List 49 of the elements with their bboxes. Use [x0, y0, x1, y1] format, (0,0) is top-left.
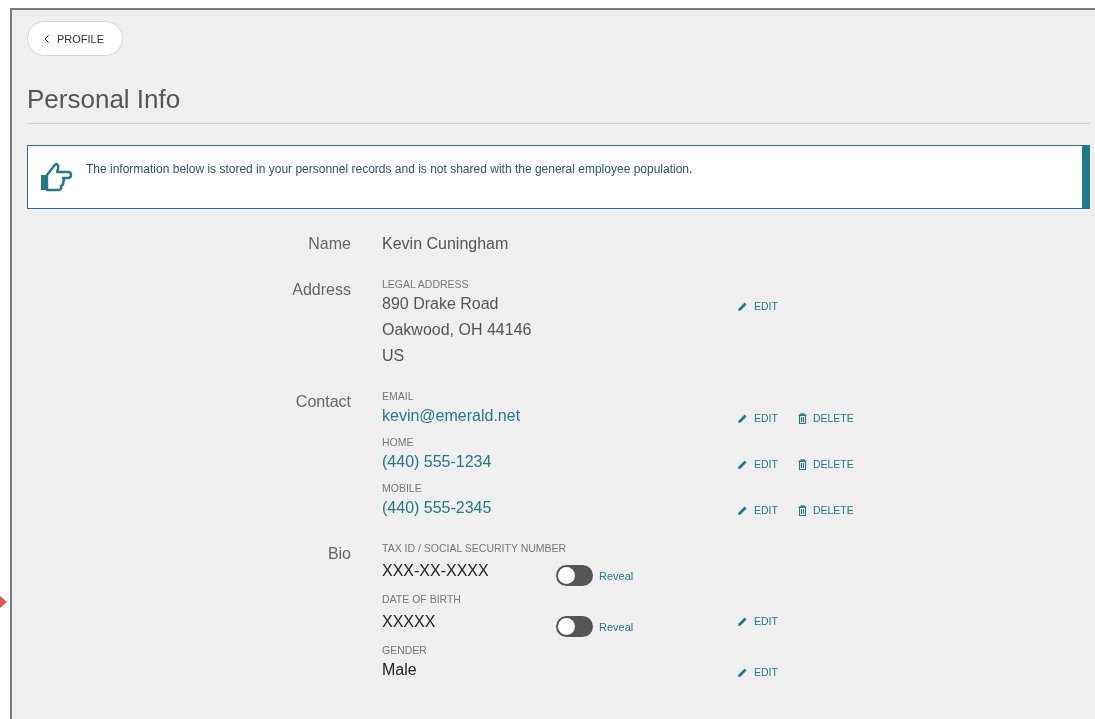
field-caption: DATE OF BIRTH — [382, 592, 462, 606]
field-value: XXXXX — [382, 611, 437, 632]
field-value: XXX-XX-XXXX — [382, 560, 490, 581]
page-title: Personal Info — [27, 84, 1090, 124]
pencil-icon — [737, 300, 748, 312]
edit-button[interactable]: EDIT — [737, 412, 778, 424]
field-value: Kevin Cuningham — [382, 234, 510, 254]
edit-button[interactable]: EDIT — [737, 300, 778, 312]
field-caption: TAX ID / SOCIAL SECURITY NUMBER — [382, 541, 568, 555]
contact-link[interactable]: (440) 555-2345 — [382, 495, 556, 521]
field-caption: EMAIL — [382, 389, 415, 403]
edit-button[interactable]: EDIT — [737, 666, 778, 678]
section-label: Bio — [326, 544, 351, 564]
reveal-switch[interactable] — [556, 616, 593, 637]
chevron-left-icon — [44, 34, 49, 43]
switch-label: Reveal — [599, 620, 634, 633]
contact-link[interactable]: (440) 555-1234 — [382, 449, 556, 475]
pencil-icon — [737, 412, 748, 424]
notice-text: The information below is stored in your personnel records and is not shared with the general employee population. — [86, 162, 693, 176]
switch-label: Reveal — [599, 569, 634, 582]
edit-button[interactable]: EDIT — [737, 458, 778, 470]
pencil-icon — [737, 615, 748, 627]
section-label: Name — [307, 234, 351, 254]
field-value: Oakwood, OH 44146 — [382, 320, 533, 340]
field-caption: GENDER — [382, 643, 428, 657]
reveal-switch[interactable] — [556, 565, 593, 586]
field-value: 890 Drake Road — [382, 294, 500, 314]
delete-button[interactable]: DELETE — [797, 504, 854, 516]
trash-icon — [797, 458, 807, 470]
section-label: Contact — [294, 392, 351, 412]
arrow-marker-icon — [0, 596, 7, 608]
edit-button[interactable]: EDIT — [737, 504, 778, 516]
delete-button[interactable]: DELETE — [797, 458, 854, 470]
field-value: US — [382, 346, 406, 366]
field-caption: MOBILE — [382, 481, 423, 495]
pointing-hand-icon — [38, 161, 74, 193]
pencil-icon — [737, 666, 748, 678]
trash-icon — [797, 504, 807, 516]
trash-icon — [797, 412, 807, 424]
field-value: Male — [382, 660, 418, 680]
delete-button[interactable]: DELETE — [797, 412, 854, 424]
edit-button[interactable]: EDIT — [737, 615, 778, 627]
back-button[interactable]: PROFILE — [27, 21, 124, 56]
pencil-icon — [737, 458, 748, 470]
field-caption: HOME — [382, 435, 415, 449]
contact-link[interactable]: kevin@emerald.net — [382, 403, 556, 429]
field-caption: LEGAL ADDRESS — [382, 277, 470, 291]
section-label: Address — [291, 280, 351, 300]
pencil-icon — [737, 504, 748, 516]
